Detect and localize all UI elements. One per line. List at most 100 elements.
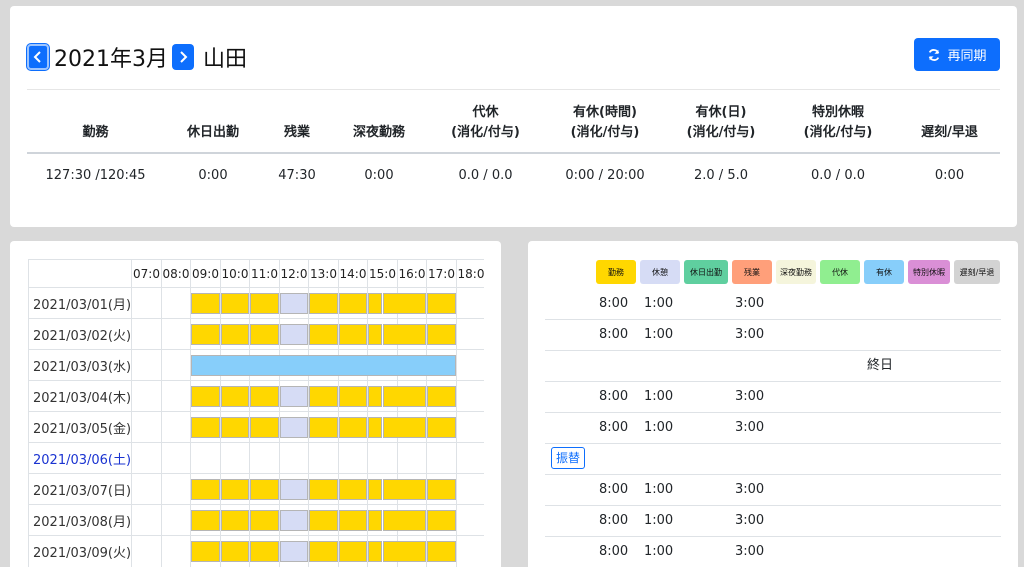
time-bar [338,541,367,562]
time-bar [382,417,426,438]
summary-value-cell: 0:00 / 20:00 [565,168,645,183]
time-bar [279,324,308,345]
timeline-card: 07:0008:0009:0010:0011:0012:0013:0014:00… [10,241,501,567]
timeline-row: 2021/03/06(土) [29,442,484,473]
legend-item: 休日出勤 [684,260,728,284]
time-bar [191,479,220,500]
time-bar [382,541,426,562]
summary-header-line: 代休 [472,105,499,120]
time-bar [250,417,279,438]
summary-header-line: 有休(時間) [573,105,637,120]
time-bar [427,510,456,531]
legend: 勤務 休憩 休日出勤 残業 深夜勤務 代休 有休 特別休暇 遅刻/早退 [596,260,1000,284]
time-bar [309,417,338,438]
date-label: 2021/03/05(金) [33,421,132,437]
time-bar [220,541,249,562]
summary-header-cell: 深夜勤務 [332,100,426,152]
next-month-button[interactable] [172,44,194,70]
time-bar [338,479,367,500]
summary-header-cell: 残業 [262,100,332,152]
time-bar [382,479,426,500]
leave-note: 終日 [867,358,894,373]
time-bar [279,293,308,314]
summary-header-text: 深夜勤務 [353,123,405,143]
substitute-holiday-button[interactable]: 振替 [551,447,586,469]
summary-value-cell: 0.0 / 0.0 [811,168,865,183]
break-hours: 1:00 [644,296,674,311]
hour-label: 11:00 [251,267,278,281]
summary-header-subline: (消化/付与) [803,125,873,140]
work-hours: 8:00 [599,389,629,404]
summary-header-cell: 勤務 [27,100,164,152]
hour-label: 17:00 [428,267,455,281]
time-bar [368,479,382,500]
divider [27,89,1000,90]
timeline-row: 2021/03/09(火) [29,535,484,566]
time-bar [250,479,279,500]
chevron-left-icon [33,51,41,63]
time-bar [368,510,382,531]
time-bar [368,417,382,438]
time-bar [250,386,279,407]
daily-row: 8:00 1:00 3:00 [545,475,1001,506]
month-navigation: 2021年3月 山田 [27,41,247,73]
time-bar [220,386,249,407]
summary-header-subline: (消化/付与) [686,125,756,140]
time-bar [338,293,367,314]
timeline-grid: 07:0008:0009:0010:0011:0012:0013:0014:00… [28,259,484,567]
prev-month-button[interactable] [27,44,49,70]
summary-header-cell: 休日出勤 [164,100,262,152]
daily-row: 8:00 1:00 3:00 [545,537,1001,567]
break-hours: 1:00 [644,544,674,559]
time-bar [427,541,456,562]
time-bar [309,324,338,345]
resync-button[interactable]: 再同期 [914,38,1000,71]
time-bar [309,541,338,562]
time-bar [382,386,426,407]
timeline-header-row: 07:0008:0009:0010:0011:0012:0013:0014:00… [29,259,484,287]
summary-header-text: 残業 [284,123,310,143]
time-bar [279,479,308,500]
work-hours: 8:00 [599,296,629,311]
summary-header-cell: 遅刻/早退 [899,100,1000,152]
daily-row: 終日 [545,351,1001,382]
legend-item: 残業 [732,260,772,284]
time-bar [382,510,426,531]
month-title: 2021年3月 [54,47,168,72]
sync-icon [929,48,940,61]
hour-label: 10:00 [221,267,249,281]
summary-header-line: 勤務 [82,125,109,140]
summary-value-cell: 47:30 [278,168,316,183]
summary-header-text: 有休(日) (消化/付与) [687,103,756,143]
time-bar [427,324,456,345]
chevron-right-icon [180,51,188,63]
work-hours: 8:00 [599,544,629,559]
work-hours: 8:00 [599,420,629,435]
daily-row: 8:00 1:00 3:00 [545,289,1001,320]
time-bar [191,417,220,438]
summary-card: 2021年3月 山田 再同期 勤務 休日出勤 残業 深夜勤務 代休 (消化/付与) 有休(時… [10,6,1017,227]
time-bar [368,324,382,345]
timeline-row: 2021/03/07(日) [29,473,484,504]
time-bar [220,417,249,438]
time-bar [382,324,426,345]
summary-header-text: 休日出勤 [187,123,239,143]
hour-label: 12:00 [280,267,308,281]
date-label: 2021/03/03(水) [33,359,132,375]
summary-header-line: 深夜勤務 [352,125,405,140]
time-bar [338,324,367,345]
daily-row: 8:00 1:00 3:00 [545,320,1001,351]
time-bar [427,479,456,500]
daily-row: 8:00 1:00 3:00 [545,413,1001,444]
summary-header-text: 特別休暇 (消化/付与) [804,103,873,143]
hour-label: 14:00 [339,267,367,281]
timeline-row: 2021/03/05(金) [29,411,484,442]
hour-label: 18:00 [457,267,485,281]
daily-detail-card: 勤務 休憩 休日出勤 残業 深夜勤務 代休 有休 特別休暇 遅刻/早退 8:00 1:00 3:00… [528,241,1018,567]
break-hours: 1:00 [644,389,674,404]
time-bar [250,324,279,345]
summary-value-cell: 127:30 /120:45 [45,168,146,183]
time-bar [250,510,279,531]
time-bar [338,510,367,531]
time-bar [279,510,308,531]
